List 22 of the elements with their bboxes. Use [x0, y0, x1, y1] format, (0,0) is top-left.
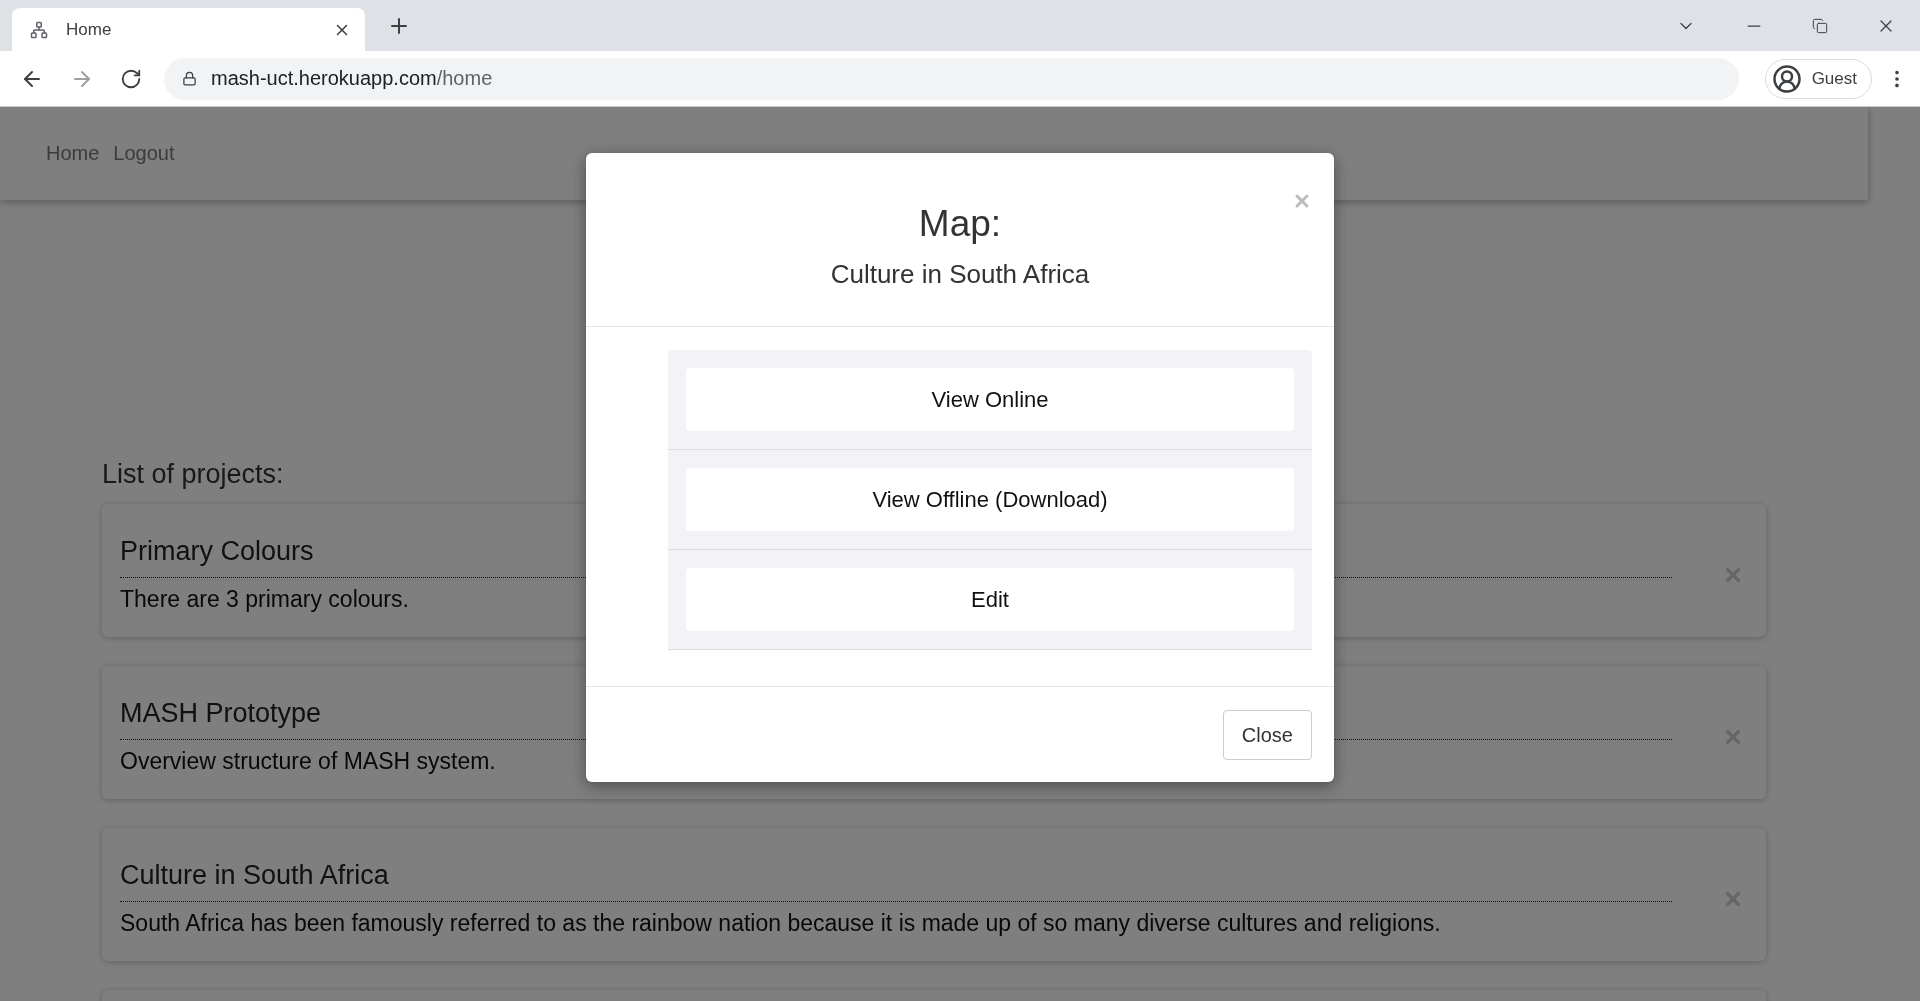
reload-button[interactable] [120, 67, 142, 90]
action-button[interactable]: View Offline (Download) [686, 468, 1294, 531]
avatar-icon [1771, 63, 1802, 94]
address-bar[interactable]: mash-uct.herokuapp.com/home [164, 57, 1739, 100]
project-description: There are 3 primary colours. [120, 586, 409, 613]
browser-tab[interactable]: Home [12, 8, 365, 51]
lock-icon [182, 71, 197, 86]
list-heading: List of projects: [102, 459, 285, 490]
tab-title: Home [66, 19, 113, 40]
project-card[interactable]: Culture in South Africa South Africa has been famously referred to as the rainbow nation because it is made up of so many diverse cultures and religions. [102, 828, 1766, 961]
modal-subtitle: Culture in South Africa [830, 259, 1090, 290]
profile-button[interactable]: Guest [1764, 58, 1872, 99]
restore-icon[interactable] [1812, 17, 1828, 34]
close-button[interactable]: Close [1222, 710, 1312, 760]
modal-title: Map: [918, 203, 1002, 245]
url-text: mash-uct.herokuapp.com/home [211, 67, 493, 90]
action-button[interactable]: View Online [686, 368, 1294, 431]
project-description: South Africa has been famously referred to as the rainbow nation because it is made up of so many diverse cultures and religions. [120, 910, 1441, 937]
project-description: Overview structure of MASH system. [120, 748, 496, 775]
site-icon [30, 20, 48, 39]
project-title: Culture in South Africa [120, 860, 1672, 902]
action-button[interactable]: Edit [686, 568, 1294, 631]
